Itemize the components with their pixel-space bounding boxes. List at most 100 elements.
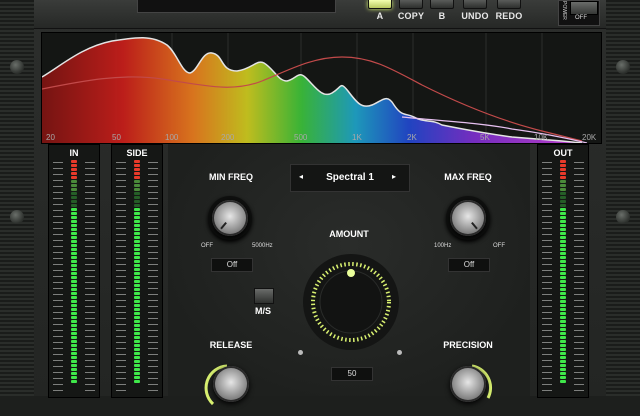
next-preset-icon[interactable]: ▸	[392, 172, 396, 181]
meter-led	[71, 164, 77, 167]
max-freq-label: MAX FREQ	[444, 172, 492, 182]
max-freq-max-label: OFF	[493, 243, 505, 249]
screw-icon	[616, 210, 630, 224]
meter-led	[71, 180, 77, 183]
meter-led	[71, 204, 77, 207]
undo-button[interactable]: UNDO	[459, 0, 491, 21]
meter-led	[560, 264, 566, 267]
meter-led	[71, 368, 77, 371]
meter-led	[560, 168, 566, 171]
a-button[interactable]: A	[364, 0, 396, 21]
meter-led	[134, 180, 140, 183]
precision-knob[interactable]	[450, 366, 486, 402]
min-freq-knob[interactable]	[212, 200, 248, 236]
meter-led	[560, 220, 566, 223]
meter-led	[560, 332, 566, 335]
meter-led	[134, 168, 140, 171]
release-knob[interactable]	[213, 366, 249, 402]
knob-pointer	[471, 221, 478, 230]
meter-led	[71, 232, 77, 235]
meter-led	[71, 168, 77, 171]
freq-tick-label: 5K	[480, 133, 490, 142]
meter-led	[71, 208, 77, 211]
redo-button-label: REDO	[495, 11, 523, 21]
meter-led	[71, 188, 77, 191]
b-button-cap[interactable]	[430, 0, 454, 9]
redo-button[interactable]: REDO	[493, 0, 525, 21]
max-freq-value[interactable]: Off	[448, 258, 490, 272]
right-rail	[606, 0, 640, 396]
freq-tick-label: 2K	[407, 133, 417, 142]
meter-led	[71, 380, 77, 383]
in-meter: IN	[48, 144, 100, 398]
meter-led	[560, 176, 566, 179]
power-state: OFF	[575, 15, 587, 21]
freq-tick-label: 100	[165, 133, 179, 142]
meter-led	[134, 344, 140, 347]
b-button[interactable]: B	[426, 0, 458, 21]
spectrum-graph	[42, 33, 588, 143]
meter-led	[560, 184, 566, 187]
meter-led	[134, 188, 140, 191]
power-switch[interactable]: POWER OFF	[558, 0, 600, 26]
min-freq-min-label: OFF	[201, 243, 213, 249]
ms-button[interactable]	[254, 288, 274, 304]
meter-led	[71, 192, 77, 195]
meter-led	[560, 336, 566, 339]
meter-led	[560, 224, 566, 227]
max-freq-knob[interactable]	[450, 200, 486, 236]
meter-led	[71, 332, 77, 335]
amount-value[interactable]: 50	[331, 367, 373, 381]
amount-knob[interactable]	[301, 252, 401, 352]
power-cap[interactable]	[570, 1, 598, 15]
copy-button-cap[interactable]	[399, 0, 423, 9]
meter-led	[134, 340, 140, 343]
meter-led	[71, 184, 77, 187]
freq-tick-label: 10K	[534, 133, 549, 142]
preset-selector[interactable]: ◂ Spectral 1 ▸	[290, 164, 410, 192]
side-meter-title: SIDE	[126, 148, 148, 158]
meter-led	[71, 200, 77, 203]
meter-led	[560, 232, 566, 235]
meter-led	[134, 276, 140, 279]
power-label: POWER	[561, 1, 567, 20]
screw-icon	[616, 60, 630, 74]
meter-led	[134, 164, 140, 167]
amount-label: AMOUNT	[329, 229, 369, 239]
min-freq-label: MIN FREQ	[209, 172, 253, 182]
a-button-cap[interactable]	[368, 0, 392, 9]
meter-led	[560, 348, 566, 351]
control-panel: ◂ Spectral 1 ▸ MIN FREQ OFF 5000Hz Off M…	[168, 144, 530, 406]
meter-led	[71, 176, 77, 179]
meter-led	[560, 272, 566, 275]
meter-led	[134, 252, 140, 255]
meter-led	[71, 324, 77, 327]
meter-led	[71, 260, 77, 263]
meter-led	[134, 232, 140, 235]
meter-led	[134, 356, 140, 359]
knob-pointer	[220, 221, 227, 230]
redo-button-cap[interactable]	[497, 0, 521, 9]
copy-button[interactable]: COPY	[395, 0, 427, 21]
meter-led	[134, 236, 140, 239]
meter-led	[71, 300, 77, 303]
meter-led	[560, 320, 566, 323]
meter-led	[560, 248, 566, 251]
amount-min-dot	[298, 350, 303, 355]
prev-preset-icon[interactable]: ◂	[299, 172, 303, 181]
min-freq-value[interactable]: Off	[211, 258, 253, 272]
meter-led	[134, 216, 140, 219]
meter-led	[71, 284, 77, 287]
meter-led	[71, 172, 77, 175]
meter-led	[134, 320, 140, 323]
amount-indicator	[347, 269, 355, 277]
meter-led	[134, 192, 140, 195]
in-meter-title: IN	[69, 148, 79, 158]
meter-led	[560, 284, 566, 287]
meter-led	[134, 336, 140, 339]
meter-led	[134, 308, 140, 311]
meter-led	[560, 360, 566, 363]
meter-led	[71, 356, 77, 359]
meter-led	[71, 360, 77, 363]
undo-button-cap[interactable]	[463, 0, 487, 9]
